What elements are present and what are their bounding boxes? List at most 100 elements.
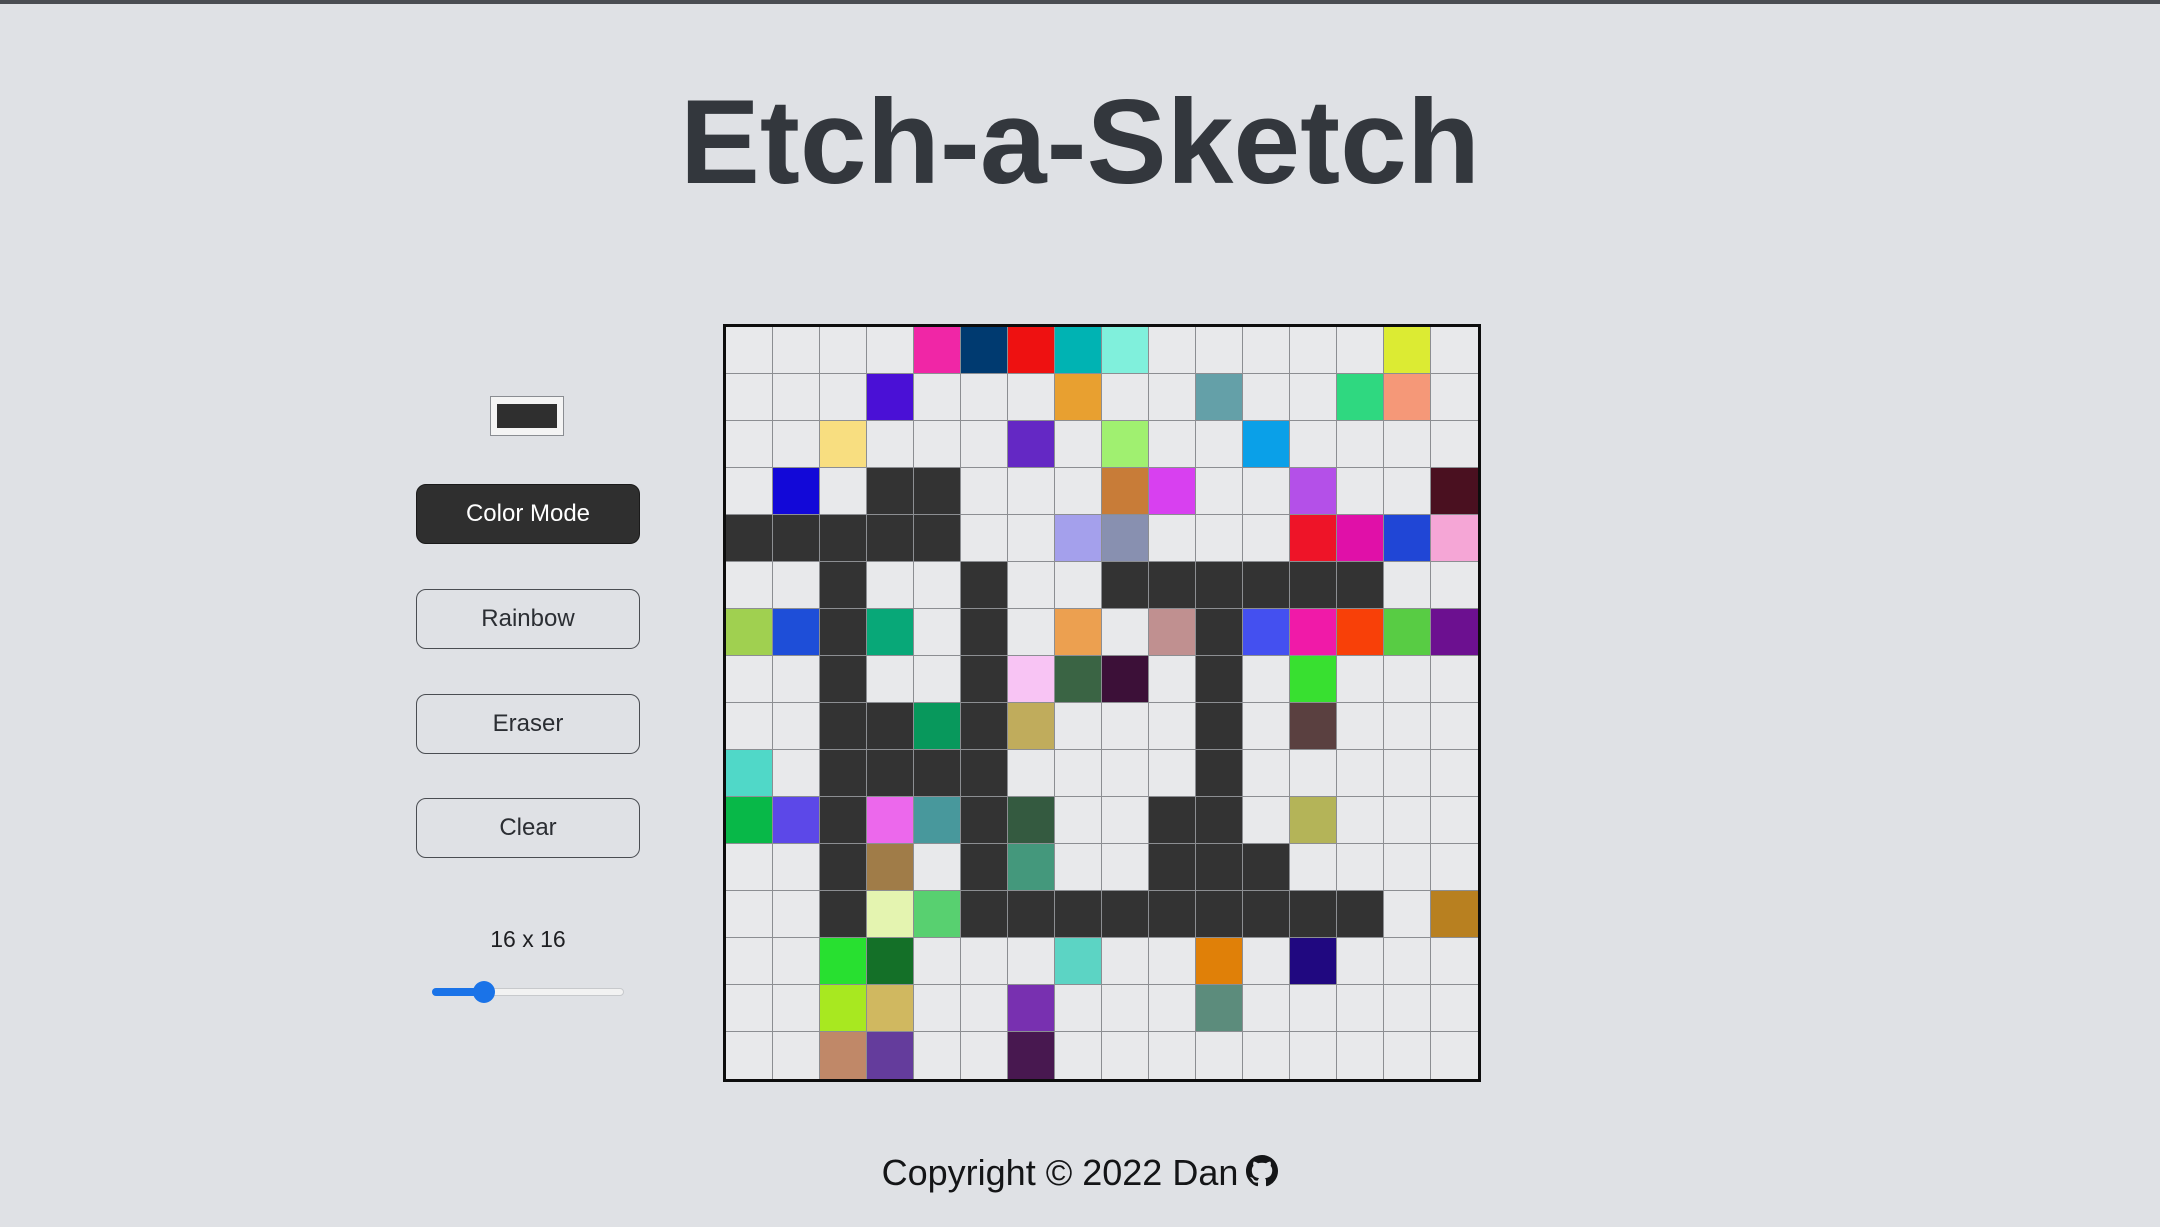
grid-cell[interactable] bbox=[1290, 703, 1337, 750]
grid-cell[interactable] bbox=[773, 844, 820, 891]
grid-cell[interactable] bbox=[914, 656, 961, 703]
grid-cell[interactable] bbox=[1102, 562, 1149, 609]
grid-cell[interactable] bbox=[1149, 985, 1196, 1032]
grid-cell[interactable] bbox=[867, 515, 914, 562]
grid-cell[interactable] bbox=[726, 1032, 773, 1079]
grid-cell[interactable] bbox=[773, 468, 820, 515]
grid-cell[interactable] bbox=[1102, 515, 1149, 562]
grid-cell[interactable] bbox=[1055, 421, 1102, 468]
github-icon[interactable] bbox=[1246, 1155, 1279, 1187]
grid-cell[interactable] bbox=[820, 374, 867, 421]
grid-cell[interactable] bbox=[961, 891, 1008, 938]
grid-cell[interactable] bbox=[1196, 797, 1243, 844]
grid-cell[interactable] bbox=[867, 938, 914, 985]
grid-cell[interactable] bbox=[1196, 374, 1243, 421]
grid-cell[interactable] bbox=[1102, 1032, 1149, 1079]
grid-cell[interactable] bbox=[1337, 985, 1384, 1032]
grid-cell[interactable] bbox=[1384, 327, 1431, 374]
grid-cell[interactable] bbox=[1243, 1032, 1290, 1079]
grid-cell[interactable] bbox=[1196, 985, 1243, 1032]
grid-cell[interactable] bbox=[1384, 421, 1431, 468]
grid-cell[interactable] bbox=[1196, 515, 1243, 562]
grid-cell[interactable] bbox=[726, 609, 773, 656]
grid-cell[interactable] bbox=[1102, 891, 1149, 938]
grid-cell[interactable] bbox=[726, 985, 773, 1032]
grid-cell[interactable] bbox=[1243, 327, 1290, 374]
grid-cell[interactable] bbox=[1149, 515, 1196, 562]
grid-cell[interactable] bbox=[1384, 374, 1431, 421]
grid-cell[interactable] bbox=[1196, 938, 1243, 985]
grid-cell[interactable] bbox=[1290, 421, 1337, 468]
grid-cell[interactable] bbox=[773, 891, 820, 938]
grid-cell[interactable] bbox=[1384, 797, 1431, 844]
grid-cell[interactable] bbox=[1008, 797, 1055, 844]
grid-cell[interactable] bbox=[1384, 468, 1431, 515]
grid-cell[interactable] bbox=[1243, 374, 1290, 421]
eraser-button[interactable]: Eraser bbox=[416, 694, 640, 754]
grid-cell[interactable] bbox=[1055, 374, 1102, 421]
grid-cell[interactable] bbox=[1196, 703, 1243, 750]
grid-cell[interactable] bbox=[773, 703, 820, 750]
color-picker[interactable] bbox=[490, 396, 564, 436]
grid-cell[interactable] bbox=[1337, 374, 1384, 421]
grid-cell[interactable] bbox=[820, 327, 867, 374]
grid-cell[interactable] bbox=[773, 327, 820, 374]
grid-cell[interactable] bbox=[914, 985, 961, 1032]
grid-cell[interactable] bbox=[1196, 656, 1243, 703]
rainbow-button[interactable]: Rainbow bbox=[416, 589, 640, 649]
grid-cell[interactable] bbox=[1008, 327, 1055, 374]
grid-cell[interactable] bbox=[1243, 656, 1290, 703]
grid-cell[interactable] bbox=[1290, 609, 1337, 656]
grid-cell[interactable] bbox=[820, 656, 867, 703]
grid-cell[interactable] bbox=[1196, 844, 1243, 891]
grid-cell[interactable] bbox=[1384, 1032, 1431, 1079]
grid-cell[interactable] bbox=[1102, 656, 1149, 703]
grid-cell[interactable] bbox=[1431, 1032, 1478, 1079]
grid-cell[interactable] bbox=[726, 374, 773, 421]
grid-cell[interactable] bbox=[1243, 938, 1290, 985]
grid-cell[interactable] bbox=[1055, 985, 1102, 1032]
grid-cell[interactable] bbox=[1102, 468, 1149, 515]
grid-cell[interactable] bbox=[1055, 515, 1102, 562]
grid-cell[interactable] bbox=[1102, 844, 1149, 891]
grid-cell[interactable] bbox=[1431, 797, 1478, 844]
grid-cell[interactable] bbox=[1008, 515, 1055, 562]
grid-cell[interactable] bbox=[1243, 844, 1290, 891]
grid-cell[interactable] bbox=[1337, 468, 1384, 515]
grid-cell[interactable] bbox=[773, 515, 820, 562]
grid-cell[interactable] bbox=[1008, 750, 1055, 797]
grid-cell[interactable] bbox=[820, 750, 867, 797]
grid-cell[interactable] bbox=[726, 656, 773, 703]
grid-cell[interactable] bbox=[773, 985, 820, 1032]
grid-cell[interactable] bbox=[1337, 891, 1384, 938]
grid-cell[interactable] bbox=[820, 938, 867, 985]
grid-cell[interactable] bbox=[961, 750, 1008, 797]
grid-cell[interactable] bbox=[773, 938, 820, 985]
grid-cell[interactable] bbox=[773, 656, 820, 703]
grid-cell[interactable] bbox=[1290, 797, 1337, 844]
grid-cell[interactable] bbox=[961, 327, 1008, 374]
grid-cell[interactable] bbox=[914, 938, 961, 985]
grid-cell[interactable] bbox=[820, 421, 867, 468]
grid-cell[interactable] bbox=[914, 609, 961, 656]
grid-cell[interactable] bbox=[820, 703, 867, 750]
grid-cell[interactable] bbox=[1337, 797, 1384, 844]
grid-cell[interactable] bbox=[726, 421, 773, 468]
grid-cell[interactable] bbox=[961, 1032, 1008, 1079]
grid-cell[interactable] bbox=[1431, 750, 1478, 797]
grid-cell[interactable] bbox=[1431, 891, 1478, 938]
grid-cell[interactable] bbox=[1008, 891, 1055, 938]
grid-cell[interactable] bbox=[1337, 938, 1384, 985]
grid-cell[interactable] bbox=[961, 609, 1008, 656]
grid-cell[interactable] bbox=[1290, 1032, 1337, 1079]
grid-cell[interactable] bbox=[1243, 562, 1290, 609]
grid-cell[interactable] bbox=[961, 374, 1008, 421]
grid-cell[interactable] bbox=[1102, 797, 1149, 844]
grid-cell[interactable] bbox=[1290, 844, 1337, 891]
grid-cell[interactable] bbox=[726, 938, 773, 985]
grid-cell[interactable] bbox=[1008, 985, 1055, 1032]
grid-cell[interactable] bbox=[1243, 750, 1290, 797]
grid-cell[interactable] bbox=[773, 562, 820, 609]
grid-cell[interactable] bbox=[1384, 750, 1431, 797]
grid-cell[interactable] bbox=[914, 750, 961, 797]
